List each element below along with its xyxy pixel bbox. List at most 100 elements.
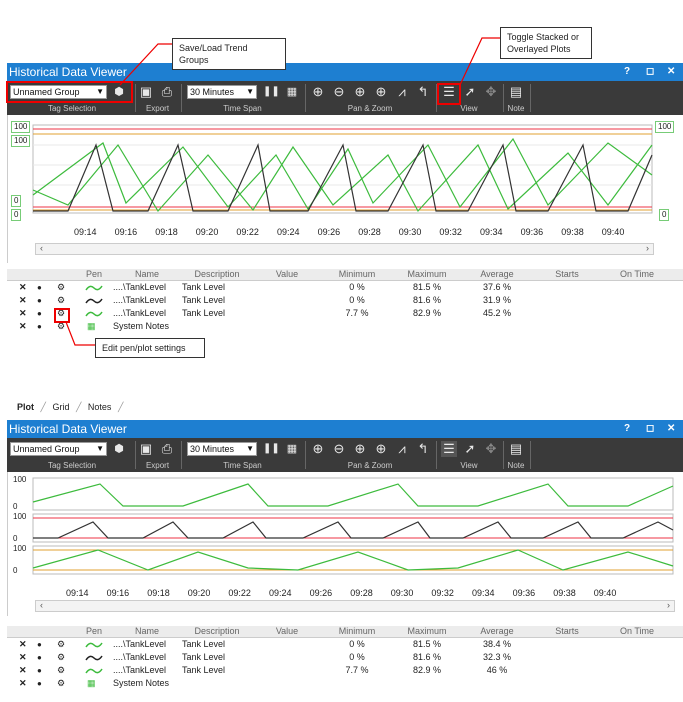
pen-description: Tank Level bbox=[182, 308, 226, 318]
gear-icon[interactable]: ⚙ bbox=[57, 677, 65, 690]
x-tick-label: 09:36 bbox=[520, 227, 544, 237]
y-label-min-2: 0 bbox=[11, 209, 22, 221]
eye-icon[interactable]: ● bbox=[37, 294, 42, 307]
x-tick-label: 09:32 bbox=[431, 588, 454, 598]
gear-icon[interactable]: ⚙ bbox=[57, 664, 65, 677]
scroll-right-icon[interactable]: › bbox=[646, 243, 649, 253]
view-label: View bbox=[460, 461, 478, 470]
pen-row: ✕ ● ⚙ ....\TankLevel Tank Level 7.7 % 82.9 % 46… bbox=[7, 664, 683, 677]
horizontal-scrollbar[interactable]: ‹ › bbox=[35, 243, 654, 255]
x-tick-label: 09:38 bbox=[553, 588, 576, 598]
delete-icon[interactable]: ✕ bbox=[19, 651, 27, 664]
y-label-right-max: 100 bbox=[655, 121, 675, 133]
pen-description: Tank Level bbox=[182, 652, 226, 662]
maximize-button[interactable]: ◻ bbox=[646, 63, 654, 81]
pen-row: ✕ ● ⚙ ▦ System Notes bbox=[7, 320, 683, 333]
gear-icon[interactable]: ⚙ bbox=[57, 294, 65, 307]
callout-edit-pen: Edit pen/plot settings bbox=[95, 338, 205, 358]
gear-icon[interactable]: ⚙ bbox=[57, 281, 65, 294]
pen-table-header: Pen Name Description Value Minimum Maxim… bbox=[7, 626, 683, 638]
pen-maximum: 82.9 % bbox=[412, 308, 442, 318]
header-name: Name bbox=[134, 626, 159, 636]
header-on-time: On Time bbox=[619, 269, 654, 279]
note-icon: ▦ bbox=[87, 321, 96, 331]
pen-description: Tank Level bbox=[182, 295, 226, 305]
eye-icon[interactable]: ● bbox=[37, 320, 42, 333]
scroll-right-icon[interactable]: › bbox=[667, 600, 670, 610]
x-tick-label: 09:38 bbox=[561, 227, 584, 237]
x-tick-label: 09:34 bbox=[480, 227, 503, 237]
pen-swatch bbox=[85, 668, 103, 674]
x-tick-label: 09:14 bbox=[66, 588, 89, 598]
x-tick-label: 09:22 bbox=[236, 227, 259, 237]
pen-swatch bbox=[85, 298, 103, 304]
delete-icon[interactable]: ✕ bbox=[19, 294, 27, 307]
y-label-max: 100 bbox=[11, 121, 31, 133]
eye-icon[interactable]: ● bbox=[37, 651, 42, 664]
eye-icon[interactable]: ● bbox=[37, 677, 42, 690]
delete-icon[interactable]: ✕ bbox=[19, 307, 27, 320]
eye-icon[interactable]: ● bbox=[37, 307, 42, 320]
header-starts: Starts bbox=[555, 269, 579, 279]
pen-minimum: 0 % bbox=[349, 282, 365, 292]
title-bar: Historical Data Viewer ? ◻ ✕ bbox=[7, 63, 683, 81]
horizontal-scrollbar[interactable]: ‹ › bbox=[35, 600, 675, 612]
note-label: Note bbox=[507, 461, 525, 470]
maximize-button[interactable]: ◻ bbox=[646, 420, 654, 438]
header-value: Value bbox=[275, 269, 299, 279]
x-tick-label: 09:16 bbox=[114, 227, 138, 237]
pen-row: ✕ ● ⚙ ....\TankLevel Tank Level 0 % 81.6 % 32.3… bbox=[7, 651, 683, 664]
eye-icon[interactable]: ● bbox=[37, 281, 42, 294]
scroll-left-icon[interactable]: ‹ bbox=[40, 243, 43, 253]
overlay-plot-chart bbox=[32, 124, 653, 214]
delete-icon[interactable]: ✕ bbox=[19, 281, 27, 294]
pen-name: ....\TankLevel bbox=[113, 639, 167, 649]
close-button[interactable]: ✕ bbox=[667, 420, 675, 438]
help-button[interactable]: ? bbox=[624, 420, 630, 438]
delete-icon[interactable]: ✕ bbox=[19, 320, 27, 333]
delete-icon[interactable]: ✕ bbox=[19, 677, 27, 690]
overlay-plot[interactable]: 100 100 0 0 100 0 09:14 09:16 09:18 09:20 09… bbox=[7, 115, 683, 263]
header-maximum: Maximum bbox=[407, 626, 447, 636]
system-notes-label: System Notes bbox=[113, 321, 170, 331]
delete-icon[interactable]: ✕ bbox=[19, 664, 27, 677]
eye-icon[interactable]: ● bbox=[37, 638, 42, 651]
x-tick-label: 09:40 bbox=[601, 227, 625, 237]
pen-average: 45.2 % bbox=[482, 308, 512, 318]
y-label-min: 0 bbox=[11, 195, 22, 207]
header-value: Value bbox=[275, 626, 299, 636]
stacked-plot[interactable]: 100 0 100 0 100 0 09:14 09:16 09:18 09:20 09… bbox=[7, 472, 683, 616]
export-label: Export bbox=[145, 461, 170, 470]
window-top: Historical Data Viewer ? ◻ ✕ Unnamed Gro… bbox=[7, 63, 683, 413]
pen-swatch bbox=[85, 311, 103, 317]
x-tick-label: 09:16 bbox=[106, 588, 130, 598]
gear-icon[interactable]: ⚙ bbox=[57, 651, 65, 664]
x-tick-label: 09:28 bbox=[358, 227, 381, 237]
s2-y-min: 0 bbox=[11, 534, 20, 544]
tab-grid[interactable]: Grid bbox=[52, 402, 69, 412]
delete-icon[interactable]: ✕ bbox=[19, 638, 27, 651]
x-axis-ticks: 09:14 09:16 09:18 09:20 09:22 09:24 09:26 09:28… bbox=[8, 227, 683, 239]
tab-plot[interactable]: Plot bbox=[17, 402, 34, 412]
pen-minimum: 0 % bbox=[349, 295, 365, 305]
x-tick-label: 09:34 bbox=[472, 588, 495, 598]
pan-zoom-label: Pan & Zoom bbox=[347, 104, 393, 113]
x-tick-label: 09:26 bbox=[309, 588, 333, 598]
s3-y-max: 100 bbox=[11, 544, 29, 554]
eye-icon[interactable]: ● bbox=[37, 664, 42, 677]
scroll-left-icon[interactable]: ‹ bbox=[40, 600, 43, 610]
export-label: Export bbox=[145, 104, 170, 113]
gear-icon[interactable]: ⚙ bbox=[57, 638, 65, 651]
pen-row: ✕ ● ⚙ ....\TankLevel Tank Level 0 % 81.6 % 31.9… bbox=[7, 294, 683, 307]
header-starts: Starts bbox=[555, 626, 579, 636]
pen-minimum: 0 % bbox=[349, 652, 365, 662]
x-tick-label: 09:14 bbox=[74, 227, 97, 237]
s1-y-min: 0 bbox=[11, 502, 20, 512]
tab-notes[interactable]: Notes bbox=[88, 402, 112, 412]
window-bottom: Historical Data Viewer ? ◻ ✕ Unnamed Gro… bbox=[7, 420, 683, 702]
help-button[interactable]: ? bbox=[624, 63, 630, 81]
close-button[interactable]: ✕ bbox=[667, 63, 675, 81]
view-tabs: Plot ╱ Grid ╱ Notes ╱ bbox=[17, 402, 124, 412]
time-span-label: Time Span bbox=[223, 461, 262, 470]
time-span-label: Time Span bbox=[223, 104, 262, 113]
